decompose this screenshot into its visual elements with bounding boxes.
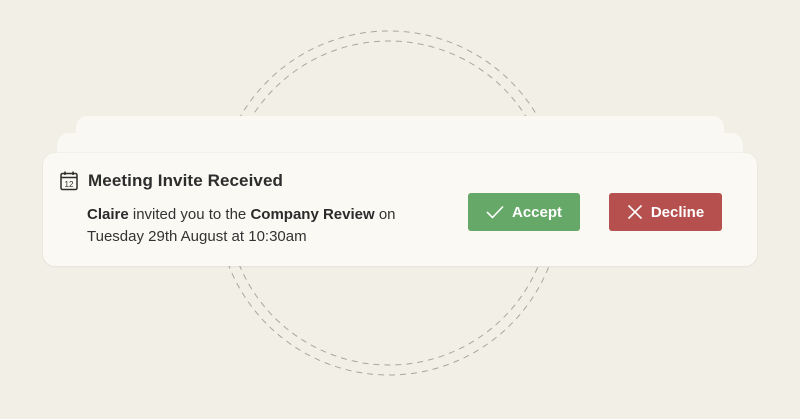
- decline-button[interactable]: Decline: [609, 193, 722, 231]
- check-icon: [486, 205, 504, 219]
- event-datetime: Tuesday 29th August at 10:30am: [87, 228, 307, 245]
- notification-header: 12 Meeting Invite Received: [60, 171, 283, 191]
- sender-name: Claire: [87, 206, 129, 223]
- message-text-after: on: [374, 206, 396, 223]
- calendar-icon: 12: [60, 171, 78, 191]
- notification-title: Meeting Invite Received: [88, 171, 284, 190]
- message-text-middle: invited you to the: [128, 206, 251, 223]
- accept-label: Accept: [511, 203, 563, 221]
- accept-button[interactable]: Accept: [468, 193, 580, 231]
- event-name: Company Review: [250, 206, 375, 223]
- close-icon: [627, 204, 642, 220]
- notification-message: Claire invited you to the Company Review…: [87, 204, 447, 248]
- calendar-icon-day: 12: [65, 180, 74, 189]
- notification-card: 12 Meeting Invite Received Claire invite…: [43, 153, 757, 266]
- decline-label: Decline: [650, 203, 705, 221]
- stage: 12 Meeting Invite Received Claire invite…: [0, 0, 800, 419]
